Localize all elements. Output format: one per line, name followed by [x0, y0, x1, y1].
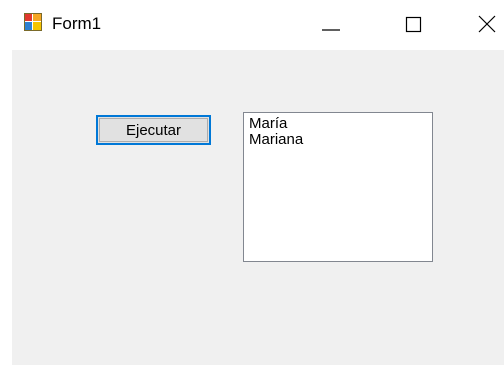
window-title: Form1: [52, 14, 102, 33]
minimize-button[interactable]: [310, 0, 356, 50]
list-item[interactable]: Mariana: [249, 132, 432, 148]
form1-window: Form1 Ejecutar María Mariana: [0, 0, 504, 365]
list-item[interactable]: María: [249, 116, 432, 132]
windows-form-icon: [24, 13, 42, 31]
minimize-icon: [322, 29, 340, 31]
title-bar[interactable]: Form1: [0, 0, 504, 50]
maximize-button[interactable]: [396, 0, 442, 50]
execute-button-label: Ejecutar: [99, 118, 208, 142]
close-icon: [478, 15, 496, 33]
names-listbox[interactable]: María Mariana: [243, 112, 433, 262]
execute-button[interactable]: Ejecutar: [96, 115, 211, 145]
close-button[interactable]: [462, 0, 504, 50]
maximize-icon: [405, 16, 422, 33]
